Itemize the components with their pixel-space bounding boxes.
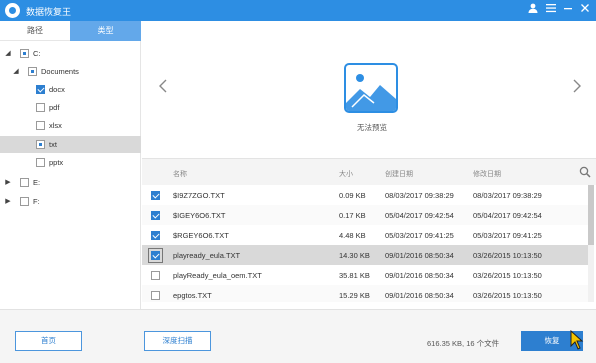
cell-size: 0.17 KB [339,211,366,220]
column-created[interactable]: 创建日期 [385,169,413,179]
no-preview-label: 无法预览 [357,123,387,132]
app-logo [5,3,20,18]
tree-item-label: txt [49,140,57,149]
row-checkbox[interactable] [151,271,160,280]
cell-created: 09/01/2016 08:50:34 [385,291,454,300]
expand-icon[interactable]: ▶ [4,178,12,187]
collapse-icon[interactable]: ◢ [4,49,12,58]
title-bar: 数据恢复王 [0,0,596,21]
tree-item[interactable]: ◢ Documents [0,63,141,80]
tree-item[interactable]: txt [0,136,141,153]
tree-checkbox[interactable] [36,103,45,112]
cell-name: $IGEY6O6.TXT [173,211,226,220]
tree-item-label: Documents [41,67,79,76]
tree-item-label: xlsx [49,121,62,130]
tree-checkbox[interactable] [20,178,29,187]
tree-checkbox[interactable] [36,140,45,149]
scrollbar-thumb[interactable] [588,185,594,245]
tree-checkbox[interactable] [36,158,45,167]
cell-size: 15.29 KB [339,291,370,300]
cell-name: epgtos.TXT [173,291,212,300]
column-size[interactable]: 大小 [339,169,353,179]
bottom-bar: 首页 深度扫描 616.35 KB, 16 个文件 恢复 [0,309,596,363]
preview-panel: 无法预览 [142,21,596,158]
app-title: 数据恢复王 [26,7,72,17]
cell-created: 05/03/2017 09:41:25 [385,231,454,240]
menu-icon[interactable] [543,2,559,18]
collapse-icon[interactable]: ◢ [12,67,20,76]
cell-size: 0.09 KB [339,191,366,200]
cell-name: playready_eula.TXT [173,251,241,260]
tab-path[interactable]: 路径 [0,21,70,41]
cell-created: 08/03/2017 09:38:29 [385,191,454,200]
cell-name: $RGEY6O6.TXT [173,231,229,240]
row-checkbox[interactable] [151,291,160,300]
row-checkbox[interactable] [151,191,160,200]
tree-item[interactable]: pdf [0,99,141,116]
chevron-right-icon[interactable] [572,78,582,99]
tree-item[interactable]: xlsx [0,117,141,134]
cell-modified: 03/26/2015 10:13:50 [473,251,542,260]
cell-modified: 03/26/2015 10:13:50 [473,271,542,280]
view-tabs: 路径 类型 [0,21,141,41]
home-button[interactable]: 首页 [15,331,82,351]
mouse-cursor-icon [570,329,584,350]
row-checkbox[interactable] [151,251,160,260]
column-name[interactable]: 名称 [173,169,187,179]
cell-size: 14.30 KB [339,251,370,260]
tree-item[interactable]: ◢ C: [0,45,141,62]
tab-type[interactable]: 类型 [70,21,141,41]
table-row[interactable]: playReady_eula_oem.TXT 35.81 KB 09/01/2016… [142,265,589,285]
table-row[interactable]: playready_eula.TXT 14.30 KB 09/01/2016 08:… [142,245,589,265]
row-checkbox[interactable] [151,231,160,240]
column-modified[interactable]: 修改日期 [473,169,501,179]
cell-name: playReady_eula_oem.TXT [173,271,262,280]
tree-checkbox[interactable] [28,67,37,76]
tree-item[interactable]: ▶ F: [0,193,141,210]
tree-item[interactable]: ▶ E: [0,174,141,191]
tree-item-label: pptx [49,158,64,167]
file-table-header: 名称 大小 创建日期 修改日期 [142,158,596,185]
search-icon[interactable] [579,166,591,178]
cell-created: 09/01/2016 08:50:34 [385,251,454,260]
user-icon[interactable] [525,2,541,18]
table-scrollbar[interactable] [588,185,594,302]
tree-checkbox[interactable] [20,49,29,58]
tree-item-label: docx [49,85,65,94]
cell-modified: 05/04/2017 09:42:54 [473,211,542,220]
cell-name: $I9Z7ZGO.TXT [173,191,225,200]
cell-modified: 05/03/2017 09:41:25 [473,231,542,240]
folder-tree: ◢ C: ◢ Documents docx pdf xlsx txt pptx ▶ E: ▶ F: [0,41,141,309]
minimize-icon[interactable] [560,2,576,18]
tree-checkbox[interactable] [36,121,45,130]
cell-created: 09/01/2016 08:50:34 [385,271,454,280]
row-checkbox[interactable] [151,211,160,220]
tree-item-label: pdf [49,103,60,112]
file-table: $I9Z7ZGO.TXT 0.09 KB 08/03/2017 09:38:29 08… [142,185,596,302]
expand-icon[interactable]: ▶ [4,197,12,206]
selection-summary: 616.35 KB, 16 个文件 [427,339,500,348]
chevron-left-icon[interactable] [158,78,168,99]
cell-created: 05/04/2017 09:42:54 [385,211,454,220]
cell-size: 4.48 KB [339,231,366,240]
close-icon[interactable] [577,2,593,18]
deep-scan-button[interactable]: 深度扫描 [144,331,211,351]
tree-checkbox[interactable] [36,85,45,94]
tree-item-label: F: [33,197,40,206]
tree-item-label: E: [33,178,41,187]
cell-modified: 08/03/2017 09:38:29 [473,191,542,200]
table-row[interactable]: $IGEY6O6.TXT 0.17 KB 05/04/2017 09:42:54 05… [142,205,589,225]
table-row[interactable]: epgtos.TXT 15.29 KB 09/01/2016 08:50:34 03/… [142,285,589,302]
tree-item-label: C: [33,49,41,58]
cell-size: 35.81 KB [339,271,370,280]
cell-modified: 03/26/2015 10:13:50 [473,291,542,300]
table-row[interactable]: $I9Z7ZGO.TXT 0.09 KB 08/03/2017 09:38:29 08… [142,185,589,205]
table-row[interactable]: $RGEY6O6.TXT 4.48 KB 05/03/2017 09:41:25 05… [142,225,589,245]
image-placeholder-icon [344,63,398,113]
tree-item[interactable]: docx [0,81,141,98]
tree-item[interactable]: pptx [0,154,141,171]
tree-checkbox[interactable] [20,197,29,206]
